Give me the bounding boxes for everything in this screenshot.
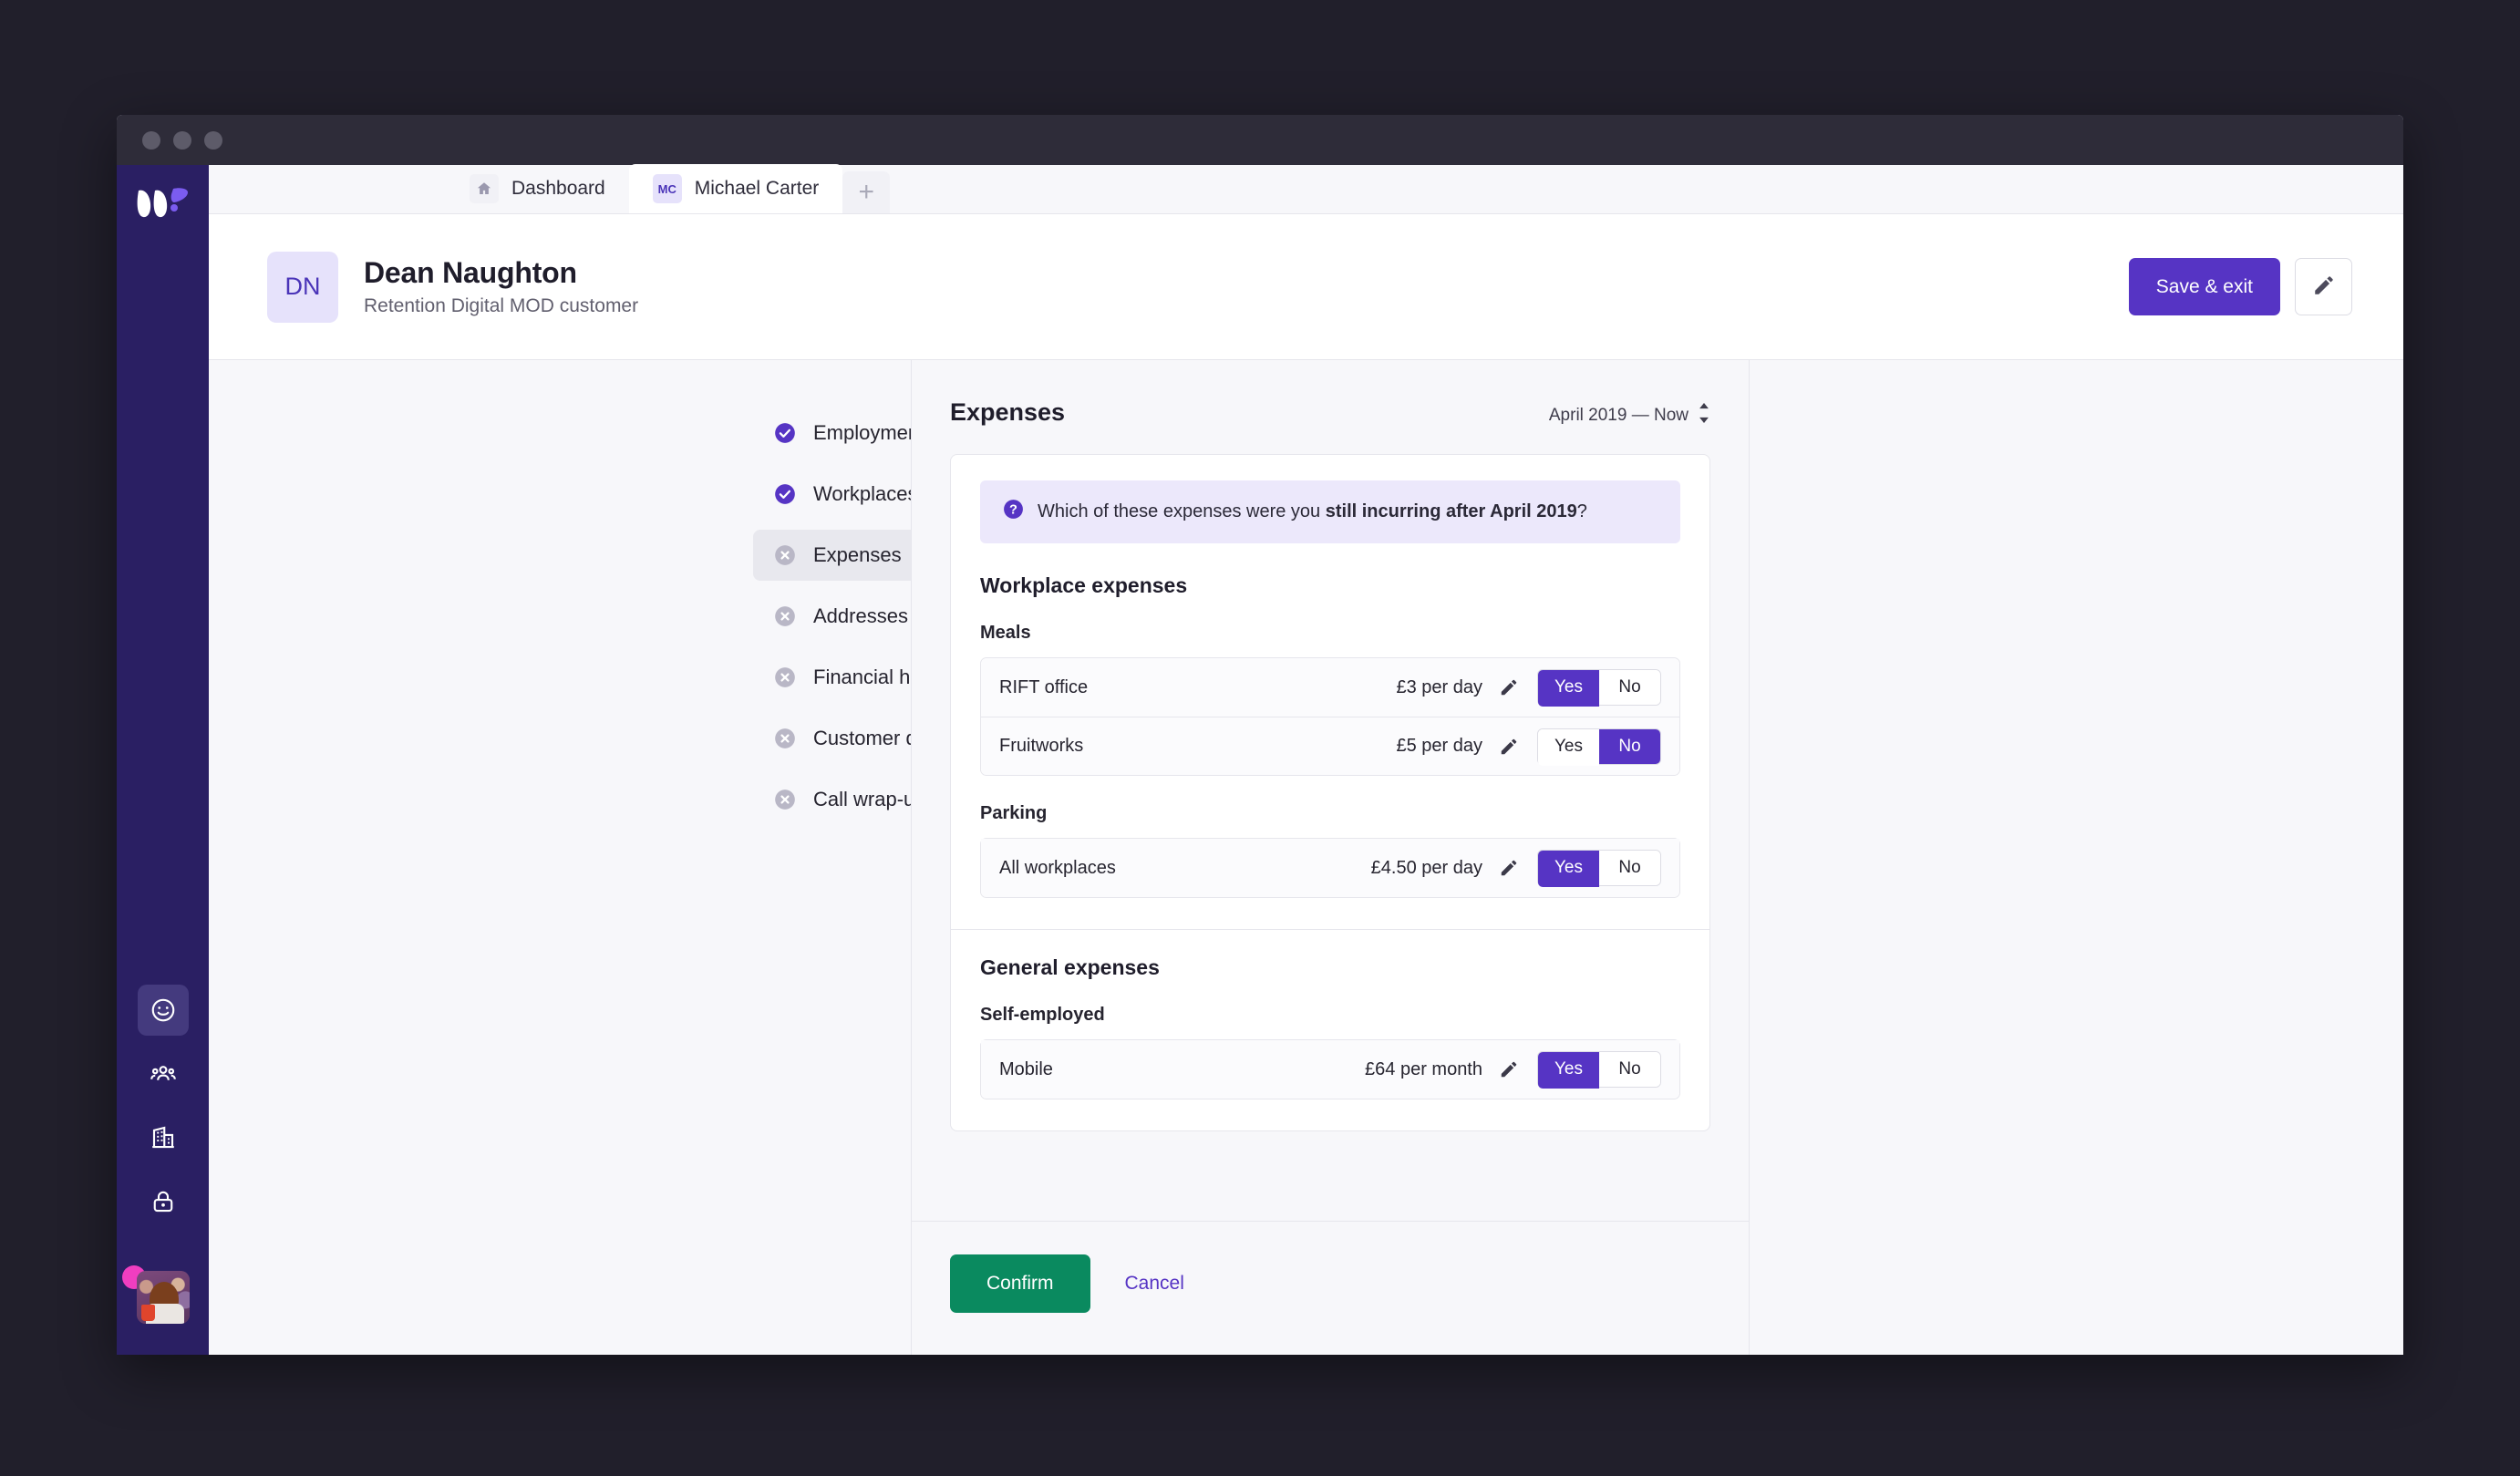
group-title: Meals: [980, 623, 1031, 643]
question-mark-icon: ?: [1002, 498, 1025, 526]
expense-name: RIFT office: [999, 676, 1089, 697]
expense-amount: £64 per month: [1365, 1058, 1482, 1079]
expense-amount: £4.50 per day: [1370, 857, 1482, 878]
period-selector[interactable]: April 2019 — Now: [1549, 403, 1710, 428]
rail-item-smiley[interactable]: [137, 985, 189, 1036]
nav-item-label: Call wrap-up: [813, 788, 926, 810]
pencil-icon: [1499, 677, 1519, 697]
minimize-window-button[interactable]: [173, 130, 191, 150]
expenses-panel: Expenses April 2019 — Now ? Which of the…: [911, 360, 1750, 1355]
section-general-expenses: General expenses Self-employed Mobile £6…: [951, 929, 1709, 1130]
toggle-yes-button[interactable]: Yes: [1538, 670, 1599, 707]
section-title: General expenses: [980, 955, 1160, 979]
tab-michael-carter[interactable]: MC Michael Carter: [628, 164, 843, 213]
check-circle-icon: [773, 482, 797, 506]
brand-logo-icon[interactable]: [135, 185, 191, 222]
expense-row: Fruitworks £5 per day Yes No: [981, 717, 1679, 775]
toggle-no-button[interactable]: No: [1599, 851, 1660, 885]
confirm-button[interactable]: Confirm: [950, 1254, 1090, 1313]
yes-no-toggle: Yes No: [1537, 728, 1661, 766]
new-tab-button[interactable]: +: [842, 171, 891, 213]
group-title: Self-employed: [980, 1005, 1105, 1025]
x-circle-icon: [773, 788, 797, 811]
svg-text:?: ?: [1009, 503, 1017, 518]
banner-text-before: Which of these expenses were you: [1038, 501, 1326, 521]
customer-header: DN Dean Naughton Retention Digital MOD c…: [209, 214, 2403, 360]
cancel-button[interactable]: Cancel: [1125, 1273, 1184, 1295]
expense-amount: £5 per day: [1396, 736, 1482, 756]
user-avatar[interactable]: [121, 1265, 190, 1324]
banner-text-after: ?: [1576, 501, 1587, 521]
edit-customer-button[interactable]: [2295, 258, 2352, 315]
expense-name: All workplaces: [999, 857, 1116, 878]
tab-dashboard-label: Dashboard: [511, 178, 605, 199]
section-nav: Employments Workplaces Expenses Addresse…: [209, 360, 1054, 1355]
section-title: Workplace expenses: [980, 573, 1188, 597]
edit-expense-button[interactable]: [1499, 858, 1519, 878]
x-circle-icon: [773, 727, 797, 750]
nav-item-label: Expenses: [813, 543, 902, 566]
x-circle-icon: [773, 604, 797, 628]
tab-michael-carter-label: Michael Carter: [694, 178, 820, 199]
expense-row: RIFT office £3 per day Yes No: [981, 658, 1679, 717]
rail-nav: [137, 985, 189, 1227]
yes-no-toggle: Yes No: [1537, 1051, 1661, 1089]
app-rail: [117, 165, 209, 1355]
pencil-icon: [1499, 858, 1519, 878]
customer-subtitle: Retention Digital MOD customer: [364, 295, 639, 316]
help-banner: ? Which of these expenses were you still…: [980, 480, 1680, 543]
app-window: Dashboard MC Michael Carter + DN Dean Na…: [117, 115, 2403, 1355]
tab-avatar-initials: MC: [652, 174, 682, 203]
toggle-no-button[interactable]: No: [1599, 670, 1660, 705]
edit-expense-button[interactable]: [1499, 1059, 1519, 1079]
section-workplace-expenses: ? Which of these expenses were you still…: [951, 455, 1709, 929]
nav-item-label: Workplaces: [813, 482, 918, 505]
yes-no-toggle: Yes No: [1537, 850, 1661, 887]
save-and-exit-button[interactable]: Save & exit: [2128, 258, 2280, 315]
chevron-updown-icon: [1698, 403, 1710, 428]
expense-row: All workplaces £4.50 per day Yes No: [981, 839, 1679, 897]
customer-initials-avatar: DN: [267, 251, 338, 323]
page-title: Dean Naughton: [364, 256, 577, 289]
banner-text-bold: still incurring after April 2019: [1325, 501, 1577, 521]
browser-tab-bar: Dashboard MC Michael Carter +: [209, 164, 2403, 214]
avatar-photo: [136, 1271, 190, 1324]
group-title: Parking: [980, 803, 1048, 823]
group-parking: Parking All workplaces £4.50 per day Yes…: [980, 803, 1680, 898]
yes-no-toggle: Yes No: [1537, 669, 1661, 707]
period-label: April 2019 — Now: [1548, 406, 1689, 425]
edit-expense-button[interactable]: [1499, 677, 1519, 697]
pencil-icon: [1499, 1059, 1519, 1079]
right-panel: [1750, 360, 2403, 1355]
close-window-button[interactable]: [142, 130, 160, 150]
expense-name: Fruitworks: [999, 736, 1084, 756]
group-self-employed: Self-employed Mobile £64 per month Yes N…: [980, 1005, 1680, 1099]
pencil-icon: [1499, 737, 1519, 757]
edit-expense-button[interactable]: [1499, 737, 1519, 757]
pencil-icon: [2312, 274, 2336, 300]
toggle-yes-button[interactable]: Yes: [1538, 728, 1599, 766]
rail-item-people[interactable]: [138, 1048, 189, 1099]
x-circle-icon: [773, 666, 797, 689]
panel-footer: Confirm Cancel: [912, 1221, 1749, 1355]
tab-dashboard[interactable]: Dashboard: [446, 164, 629, 213]
group-meals: Meals RIFT office £3 per day Yes No Frui…: [980, 623, 1680, 776]
rail-item-lock[interactable]: [138, 1176, 189, 1227]
window-titlebar: [117, 115, 2403, 165]
panel-title: Expenses: [950, 398, 1066, 426]
toggle-yes-button[interactable]: Yes: [1538, 1052, 1599, 1089]
expense-amount: £3 per day: [1396, 676, 1482, 697]
zoom-window-button[interactable]: [204, 130, 222, 150]
expense-row: Mobile £64 per month Yes No: [981, 1040, 1679, 1099]
toggle-no-button[interactable]: No: [1599, 728, 1660, 764]
toggle-yes-button[interactable]: Yes: [1538, 851, 1599, 887]
check-circle-icon: [773, 421, 797, 445]
x-circle-icon: [773, 543, 797, 567]
home-icon: [470, 174, 499, 203]
nav-item-label: Addresses: [813, 604, 908, 627]
toggle-no-button[interactable]: No: [1599, 1052, 1660, 1087]
expense-name: Mobile: [999, 1058, 1053, 1079]
rail-item-building[interactable]: [138, 1112, 189, 1163]
expenses-card: ? Which of these expenses were you still…: [950, 454, 1710, 1131]
